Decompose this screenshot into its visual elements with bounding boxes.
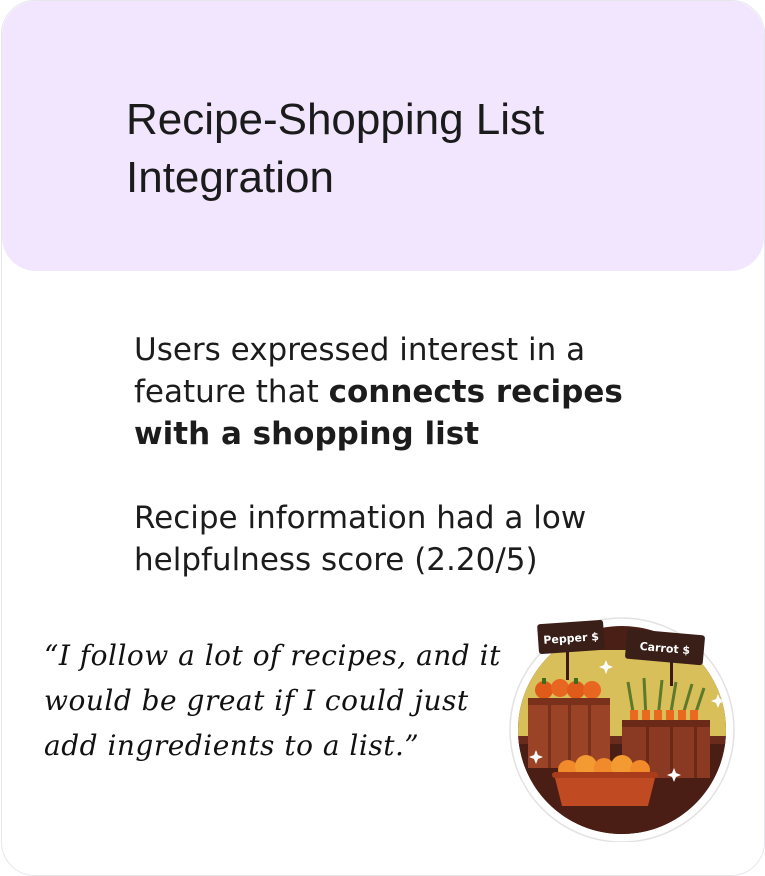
market-stall-illustration: Pepper $ Carrot $ bbox=[506, 610, 738, 842]
card-title: Recipe-Shopping List Integration bbox=[126, 95, 545, 202]
finding-helpfulness: Recipe information had a low helpfulness… bbox=[134, 500, 587, 578]
insight-card: Recipe-Shopping List Integration Users e… bbox=[1, 0, 765, 876]
user-quote: “I follow a lot of recipes, and it would… bbox=[44, 639, 501, 762]
card-body: Users expressed interest in a feature th… bbox=[134, 329, 654, 581]
finding-interest: Users expressed interest in a feature th… bbox=[134, 329, 654, 455]
card-header: Recipe-Shopping List Integration bbox=[2, 1, 764, 271]
